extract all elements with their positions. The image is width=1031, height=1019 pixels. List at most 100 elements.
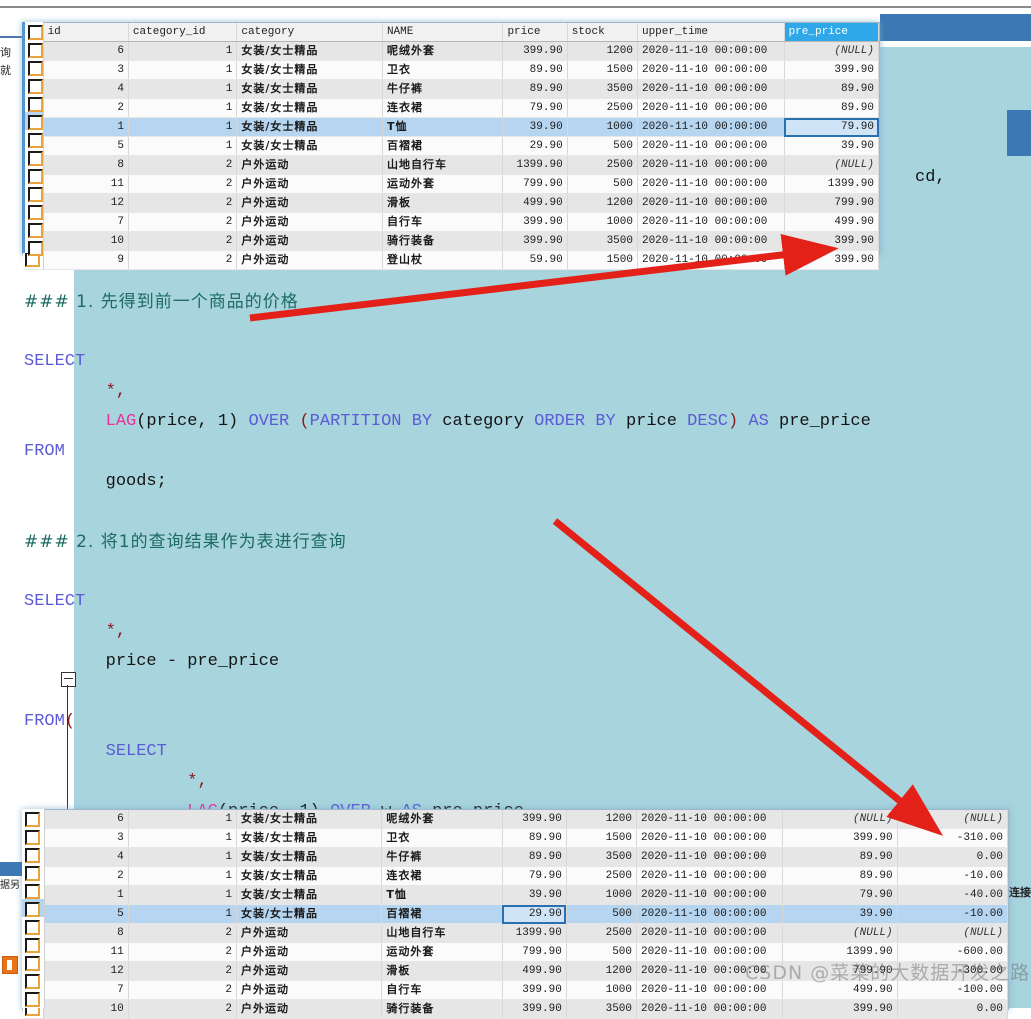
column-header-id[interactable]: id: [43, 23, 129, 42]
table-cell[interactable]: 2: [43, 866, 129, 886]
column-header-name[interactable]: NAME: [382, 23, 504, 42]
checkbox-icon[interactable]: [25, 902, 40, 917]
row-checkbox[interactable]: [22, 989, 44, 1007]
table-cell[interactable]: 399.90: [782, 999, 898, 1019]
table-cell[interactable]: 1500: [567, 250, 638, 270]
table-cell[interactable]: 2020-11-10 00:00:00: [637, 212, 785, 232]
row-checkbox[interactable]: [25, 220, 43, 238]
table-cell[interactable]: 399.90: [502, 999, 567, 1019]
row-checkbox-rail-bottom[interactable]: [22, 809, 45, 1008]
table-cell[interactable]: 89.90: [502, 60, 568, 80]
table-cell[interactable]: 户外运动: [236, 923, 383, 943]
row-checkbox[interactable]: [22, 917, 44, 935]
row-checkbox[interactable]: [25, 130, 43, 148]
table-cell[interactable]: 1000: [567, 212, 638, 232]
table-cell[interactable]: 79.90: [502, 98, 568, 118]
table-cell[interactable]: 3500: [567, 79, 638, 99]
table-cell[interactable]: 1200: [566, 810, 638, 829]
table-cell[interactable]: 4: [43, 79, 129, 99]
table-cell[interactable]: 2020-11-10 00:00:00: [637, 98, 785, 118]
table-cell[interactable]: -40.00: [897, 885, 1009, 905]
row-checkbox[interactable]: [25, 148, 43, 166]
table-cell[interactable]: 12: [43, 193, 129, 213]
table-cell[interactable]: (NULL): [784, 41, 880, 61]
checkbox-icon[interactable]: [28, 151, 43, 166]
table-cell[interactable]: 2: [128, 174, 238, 194]
table-cell[interactable]: 1: [128, 810, 238, 829]
table-row[interactable]: 10 2 户外运动 骑行装备 399.90 3500 2020-11-10 00:00:00…: [23, 231, 880, 251]
table-cell[interactable]: 1: [43, 885, 129, 905]
row-checkbox[interactable]: [25, 94, 43, 112]
table-cell[interactable]: 89.90: [502, 79, 568, 99]
table-cell[interactable]: 11: [43, 174, 129, 194]
table-row[interactable]: 9 2 户外运动 登山杖 59.90 1500 2020-11-10 00:00:00 399…: [23, 250, 880, 270]
table-row[interactable]: 3 1 女装/女士精品 卫衣 89.90 1500 2020-11-10 00:00:00 3…: [23, 60, 880, 80]
table-row[interactable]: 10 2 户外运动 骑行装备 399.90 3500 2020-11-10 00:00:00…: [23, 999, 1009, 1019]
table-row[interactable]: 6 1 女装/女士精品 呢绒外套 399.90 1200 2020-11-10 00:00:…: [23, 41, 880, 61]
table-cell[interactable]: 2020-11-10 00:00:00: [637, 231, 785, 251]
query-result-grid-top[interactable]: id category_id category NAME price stock upper…: [22, 22, 880, 270]
table-row[interactable]: 5 1 女装/女士精品 百褶裙 29.90 500 2020-11-10 00:00:00 3…: [23, 904, 1009, 924]
table-row[interactable]: 4 1 女装/女士精品 牛仔裤 89.90 3500 2020-11-10 00:00:00…: [23, 79, 880, 99]
table-cell[interactable]: 呢绒外套: [382, 41, 504, 61]
row-checkbox[interactable]: [25, 58, 43, 76]
table-cell[interactable]: 89.90: [784, 98, 880, 118]
table-cell[interactable]: 399.90: [502, 212, 568, 232]
checkbox-icon[interactable]: [28, 25, 43, 40]
table-cell[interactable]: 500: [566, 942, 638, 962]
row-checkbox[interactable]: [25, 22, 43, 40]
table-cell[interactable]: 女装/女士精品: [236, 98, 383, 118]
table-cell[interactable]: 女装/女士精品: [236, 810, 383, 829]
table-cell[interactable]: 2020-11-10 00:00:00: [636, 810, 784, 829]
table-cell[interactable]: 499.90: [784, 212, 880, 232]
table-cell[interactable]: 运动外套: [382, 174, 504, 194]
table-cell[interactable]: 5: [43, 904, 129, 924]
table-cell[interactable]: 2020-11-10 00:00:00: [636, 923, 784, 943]
table-cell[interactable]: 500: [567, 136, 638, 156]
table-cell[interactable]: 5: [43, 136, 129, 156]
table-cell[interactable]: 399.90: [784, 231, 880, 251]
table-cell[interactable]: 女装/女士精品: [236, 136, 383, 156]
table-cell[interactable]: 2020-11-10 00:00:00: [637, 250, 785, 270]
checkbox-icon[interactable]: [25, 992, 40, 1007]
table-cell[interactable]: 3: [43, 828, 129, 848]
table-cell[interactable]: 12: [43, 961, 129, 981]
table-cell[interactable]: 1: [128, 98, 238, 118]
table-cell[interactable]: -310.00: [897, 828, 1009, 848]
table-cell[interactable]: 2: [128, 961, 238, 981]
table-cell[interactable]: 1000: [566, 885, 638, 905]
table-row[interactable]: 1 1 女装/女士精品 T恤 39.90 1000 2020-11-10 00:00:00 7…: [23, 117, 880, 137]
table-cell[interactable]: 2: [128, 231, 238, 251]
table-cell[interactable]: 1500: [567, 60, 638, 80]
table-cell[interactable]: 女装/女士精品: [236, 60, 383, 80]
column-header-category[interactable]: category: [236, 23, 383, 42]
table-cell[interactable]: 1: [128, 136, 238, 156]
table-cell[interactable]: 自行车: [382, 212, 504, 232]
table-cell[interactable]: 2020-11-10 00:00:00: [637, 41, 785, 61]
table-row[interactable]: 12 2 户外运动 滑板 499.90 1200 2020-11-10 00:00:00 79…: [23, 193, 880, 213]
table-cell[interactable]: 百褶裙: [382, 136, 504, 156]
column-header-category_id[interactable]: category_id: [128, 23, 238, 42]
table-row[interactable]: 7 2 户外运动 自行车 399.90 1000 2020-11-10 00:00:00 49…: [23, 212, 880, 232]
table-cell[interactable]: 卫衣: [381, 828, 503, 848]
table-cell[interactable]: 户外运动: [236, 980, 383, 1000]
table-cell[interactable]: 2020-11-10 00:00:00: [636, 885, 784, 905]
table-cell[interactable]: 2020-11-10 00:00:00: [636, 999, 784, 1019]
table-row[interactable]: 3 1 女装/女士精品 卫衣 89.90 1500 2020-11-10 00:00:00 3…: [23, 828, 1009, 848]
table-cell[interactable]: 2020-11-10 00:00:00: [636, 866, 784, 886]
table-cell[interactable]: -10.00: [897, 866, 1009, 886]
table-cell[interactable]: 1: [128, 60, 238, 80]
table-cell[interactable]: 799.90: [502, 174, 568, 194]
checkbox-icon[interactable]: [25, 848, 40, 863]
checkbox-icon[interactable]: [25, 920, 40, 935]
table-cell[interactable]: 2500: [567, 98, 638, 118]
table-cell[interactable]: 1: [128, 117, 238, 137]
table-cell[interactable]: 女装/女士精品: [236, 847, 383, 867]
column-header-price[interactable]: price: [502, 23, 568, 42]
table-cell[interactable]: T恤: [381, 885, 503, 905]
table-cell[interactable]: 499.90: [502, 961, 567, 981]
table-cell[interactable]: 1: [128, 79, 238, 99]
table-cell[interactable]: 79.90: [784, 117, 880, 137]
row-checkbox[interactable]: [25, 40, 43, 58]
table-cell[interactable]: 4: [43, 847, 129, 867]
